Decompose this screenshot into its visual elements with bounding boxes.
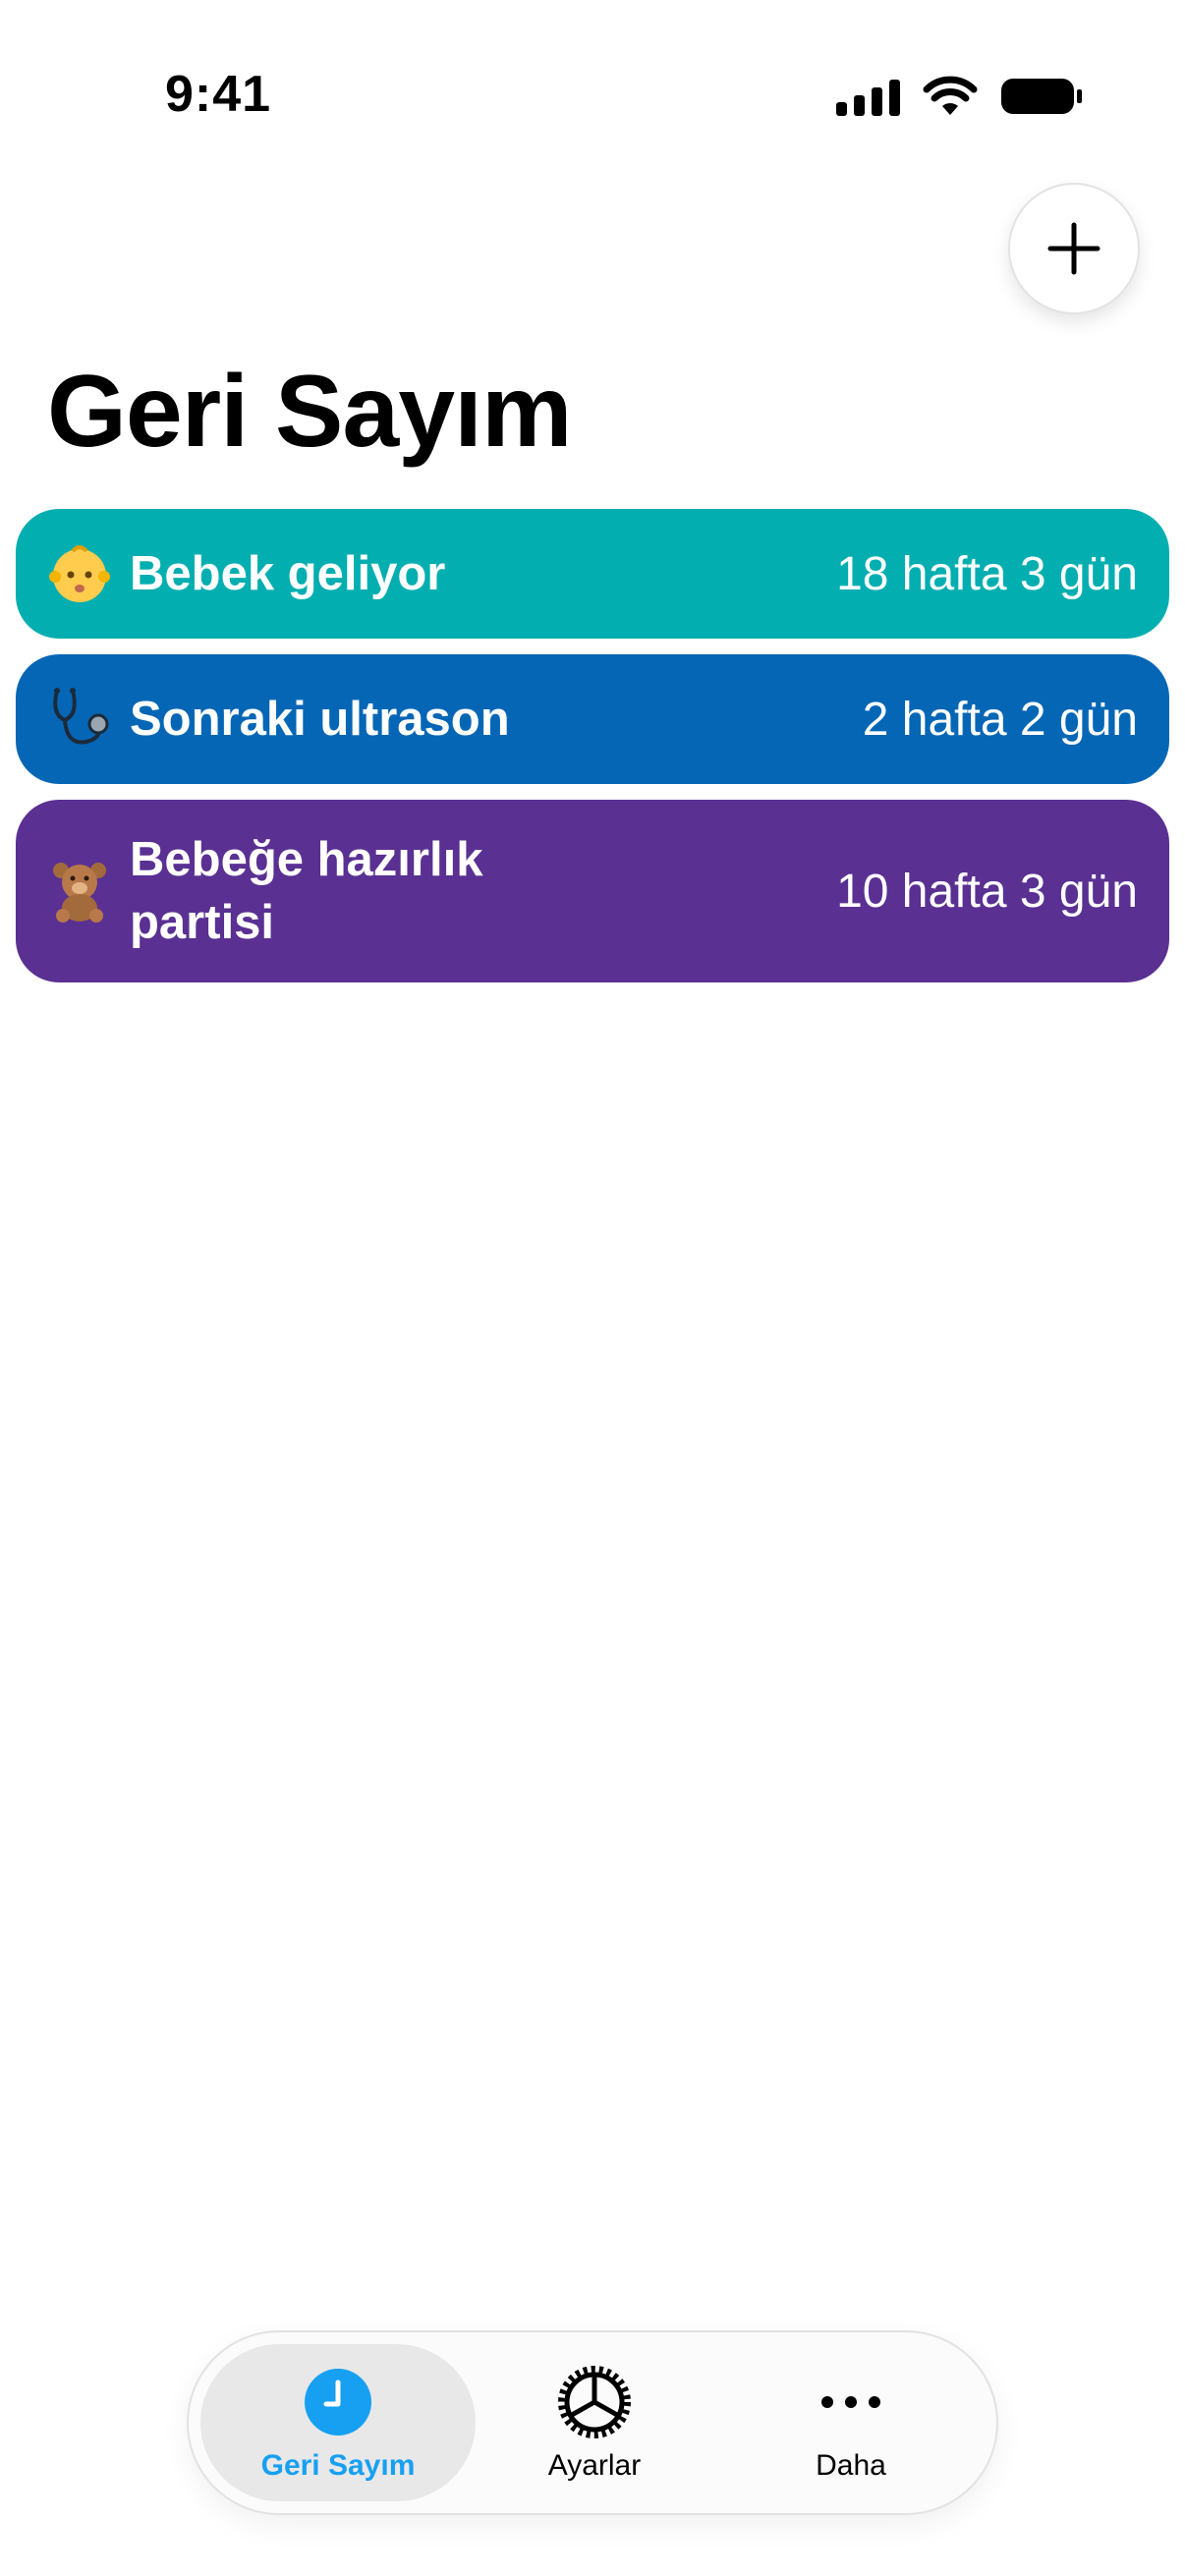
teddy-bear-icon [45, 857, 114, 925]
tab-label: Geri Sayım [260, 2449, 416, 2482]
countdown-name: Sonraki ultrason [130, 693, 510, 746]
countdown-row-bebege-hazirlik-partisi[interactable]: Bebeğe hazırlık partisi 10 hafta 3 gün [16, 800, 1169, 982]
page-title: Geri Sayım [47, 355, 572, 469]
tab-daha[interactable]: Daha [713, 2344, 988, 2501]
stethoscope-icon [45, 685, 114, 754]
baby-icon [45, 539, 114, 608]
countdown-remaining: 10 hafta 3 gün [836, 865, 1138, 918]
countdown-name: Bebeğe hazırlık partisi [130, 833, 483, 949]
clock-icon [299, 2363, 377, 2441]
tab-ayarlar[interactable]: Ayarlar [457, 2344, 732, 2501]
tab-geri-sayim[interactable]: Geri Sayım [200, 2344, 476, 2501]
countdown-row-bebek-geliyor[interactable]: Bebek geliyor 18 hafta 3 gün [16, 509, 1169, 639]
wifi-icon [923, 76, 978, 115]
battery-icon [1001, 79, 1082, 114]
tab-label: Daha [816, 2449, 886, 2482]
cellular-signal-icon [836, 77, 900, 116]
status-icons [836, 73, 1083, 120]
status-time: 9:41 [165, 66, 272, 123]
more-icon [812, 2363, 890, 2441]
countdown-remaining: 2 hafta 2 gün [862, 693, 1138, 746]
countdown-remaining: 18 hafta 3 gün [836, 547, 1138, 600]
gear-icon [555, 2363, 634, 2441]
plus-icon [1047, 222, 1100, 275]
tab-label: Ayarlar [547, 2449, 642, 2482]
tab-bar: Geri Sayım Ayarlar Daha [187, 2330, 998, 2515]
countdown-name: Bebek geliyor [130, 547, 446, 600]
add-button[interactable] [1008, 183, 1140, 314]
status-bar: 9:41 [0, 0, 1185, 196]
countdown-screen: 9:41 Geri Sayım Bebek geliyor 18 hafta 3… [0, 0, 1185, 2576]
countdown-row-sonraki-ultrason[interactable]: Sonraki ultrason 2 hafta 2 gün [16, 654, 1169, 784]
